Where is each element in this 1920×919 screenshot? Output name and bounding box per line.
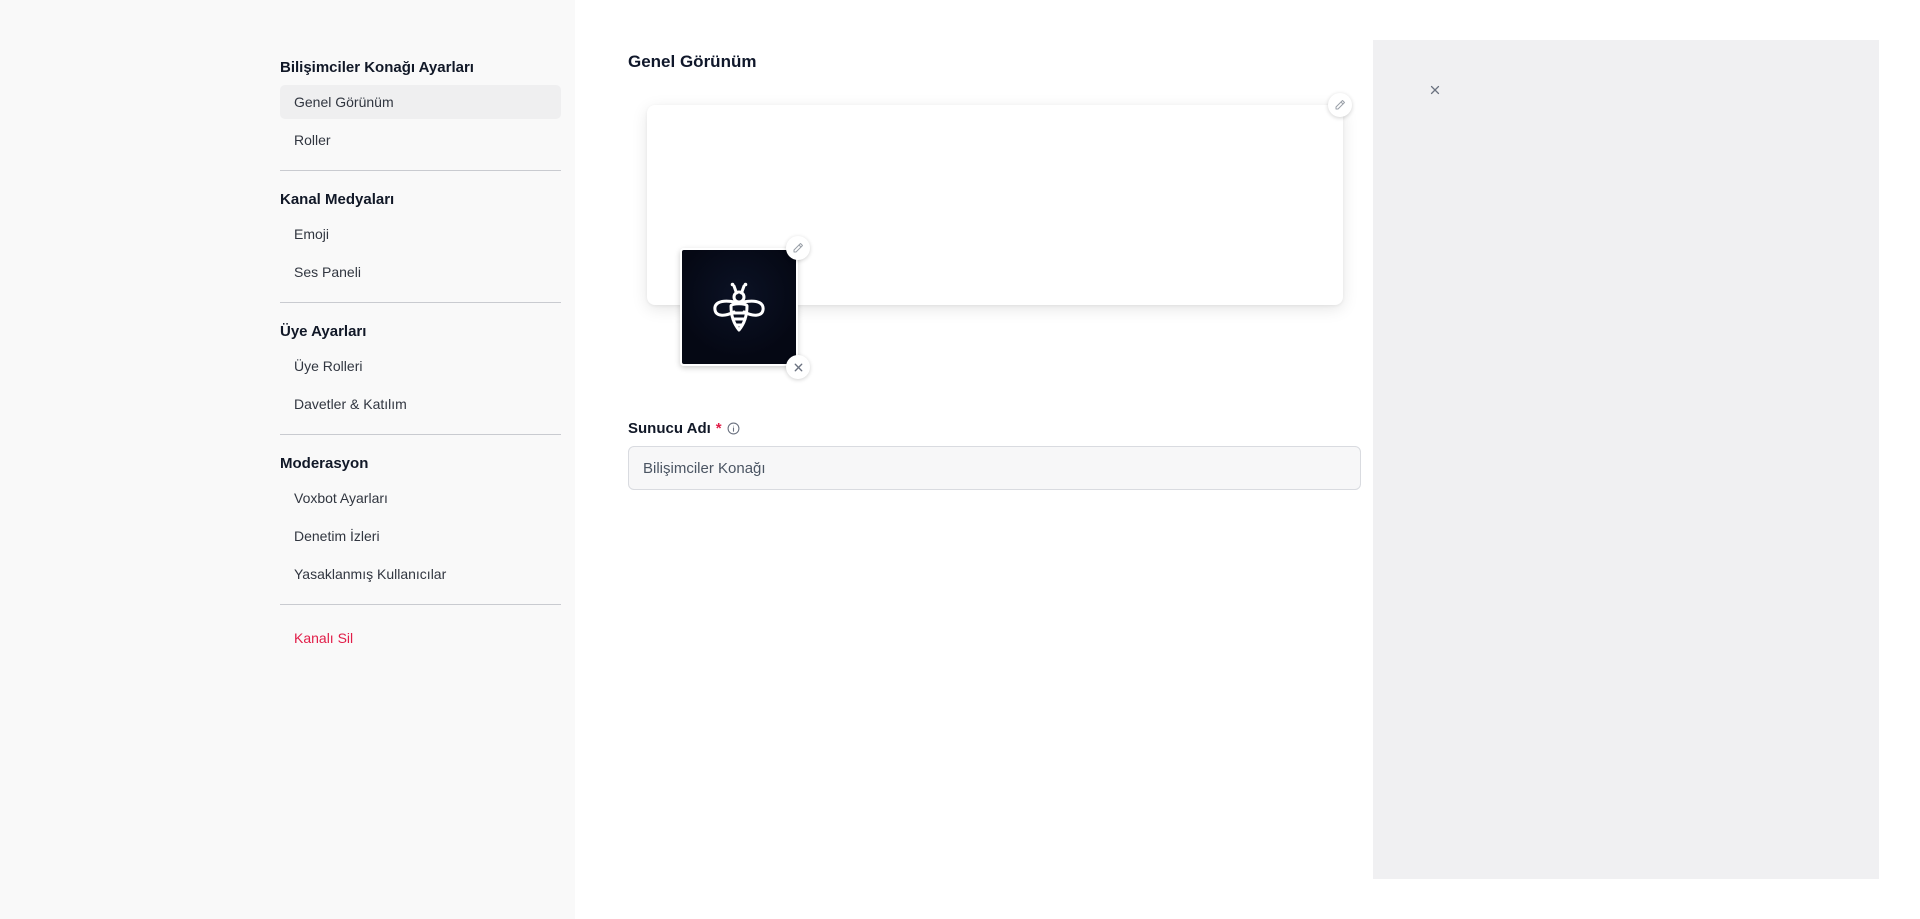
- sidebar-item-emoji[interactable]: Emoji: [280, 217, 561, 251]
- divider: [280, 170, 561, 171]
- panel-close-button[interactable]: [1425, 80, 1445, 100]
- sidebar-item-banned-users[interactable]: Yasaklanmış Kullanıcılar: [280, 557, 561, 591]
- section-title-moderation: Moderasyon: [280, 455, 369, 472]
- settings-content: Genel Görünüm Sunucu Adı * Bilişimciler …: [575, 0, 1373, 919]
- sidebar-item-audit-log[interactable]: Denetim İzleri: [280, 519, 561, 553]
- avatar-remove-button[interactable]: [786, 355, 810, 379]
- divider: [280, 604, 561, 605]
- section-title-member-settings: Üye Ayarları: [280, 323, 367, 340]
- pencil-icon: [1335, 100, 1345, 110]
- pencil-icon: [793, 243, 803, 253]
- divider: [280, 302, 561, 303]
- sidebar-nav: Bilişimciler Konağı Ayarları Genel Görün…: [280, 55, 561, 659]
- sidebar-item-member-roles[interactable]: Üye Rolleri: [280, 349, 561, 383]
- side-panel: [1373, 40, 1879, 879]
- bee-icon: [713, 282, 765, 332]
- delete-channel-button[interactable]: Kanalı Sil: [280, 621, 561, 655]
- close-icon: [1430, 85, 1440, 95]
- server-avatar[interactable]: [680, 248, 798, 366]
- server-name-label: Sunucu Adı *: [628, 420, 740, 437]
- settings-sidebar: Bilişimciler Konağı Ayarları Genel Görün…: [0, 0, 575, 919]
- sidebar-item-voxbot-settings[interactable]: Voxbot Ayarları: [280, 481, 561, 515]
- banner-edit-button[interactable]: [1328, 93, 1352, 117]
- avatar-edit-button[interactable]: [786, 236, 810, 260]
- page-title: Genel Görünüm: [628, 52, 757, 71]
- divider: [280, 434, 561, 435]
- info-icon[interactable]: [727, 422, 740, 435]
- server-name-label-text: Sunucu Adı: [628, 420, 711, 437]
- server-name-input[interactable]: [628, 446, 1361, 490]
- section-title-channel-media: Kanal Medyaları: [280, 191, 395, 208]
- section-title-server-settings: Bilişimciler Konağı Ayarları: [280, 59, 474, 76]
- sidebar-item-roles[interactable]: Roller: [280, 123, 561, 157]
- sidebar-item-soundboard[interactable]: Ses Paneli: [280, 255, 561, 289]
- sidebar-item-general-view[interactable]: Genel Görünüm: [280, 85, 561, 119]
- sidebar-item-invites[interactable]: Davetler & Katılım: [280, 387, 561, 421]
- close-icon: [794, 363, 802, 371]
- required-mark: *: [715, 420, 722, 437]
